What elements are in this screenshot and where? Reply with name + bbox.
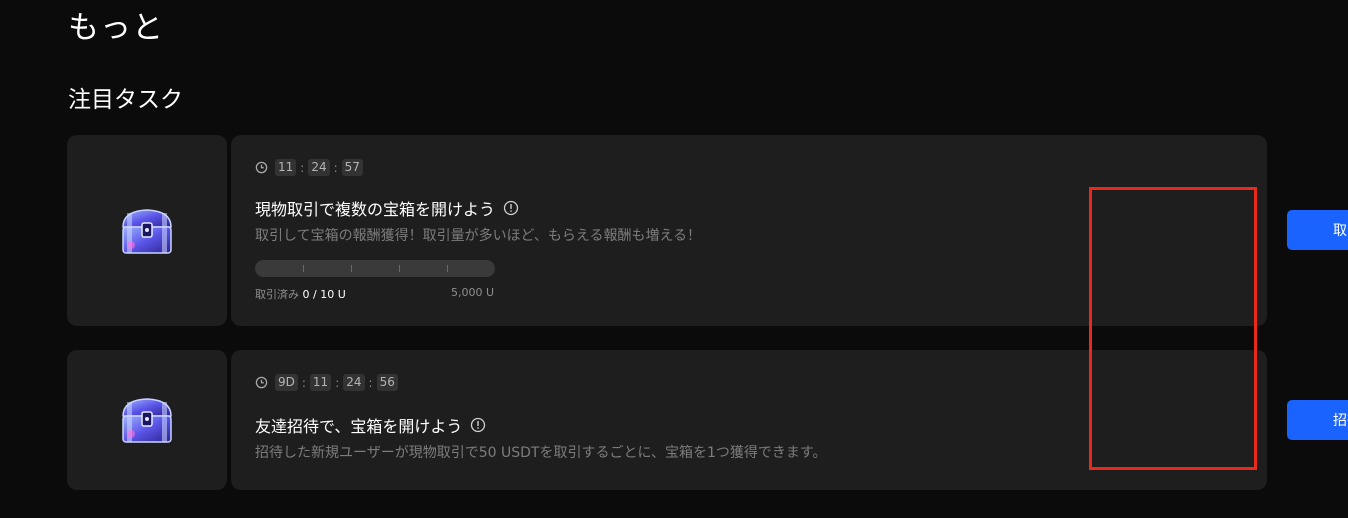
- task-card-trade: 11 : 24 : 57 現物取引で複数の宝箱を開けよう 取引して宝箱の報酬獲得…: [67, 135, 1348, 326]
- progress-value: 0 / 10 U: [302, 288, 346, 301]
- countdown-timer: 11 : 24 : 57: [255, 159, 363, 176]
- task-body: 9D : 11 : 24 : 56 友達招待で、宝箱を開けよう 招待した新規ユー…: [231, 350, 1348, 490]
- clock-icon: [255, 376, 268, 389]
- timer-seconds: 57: [341, 159, 363, 176]
- page-title: もっと: [68, 10, 164, 46]
- info-circle-icon[interactable]: [470, 417, 486, 433]
- clock-icon: [255, 161, 268, 174]
- timer-days: 9D: [275, 374, 298, 391]
- countdown-timer: 9D : 11 : 24 : 56: [255, 374, 398, 391]
- timer-separator: :: [368, 375, 373, 390]
- progress-tick: [447, 265, 448, 272]
- timer-separator: :: [301, 375, 306, 390]
- timer-seconds: 56: [376, 374, 398, 391]
- progress-tick: [303, 265, 304, 272]
- task-title: 現物取引で複数の宝箱を開けよう: [255, 196, 519, 220]
- progress-bar: [255, 260, 495, 277]
- treasure-chest-icon: [122, 208, 172, 254]
- progress-max: 5,000 U: [451, 286, 495, 299]
- task-card-invite: 9D : 11 : 24 : 56 友達招待で、宝箱を開けよう 招待した新規ユー…: [67, 350, 1348, 490]
- progress-status: 取引済み 0 / 10 U: [255, 286, 346, 302]
- timer-separator: :: [300, 160, 305, 175]
- task-thumbnail: [67, 135, 227, 326]
- treasure-chest-icon: [122, 398, 172, 443]
- progress-tick: [351, 265, 352, 272]
- progress-tick: [399, 265, 400, 272]
- section-title: 注目タスク: [68, 87, 183, 113]
- task-description: 招待した新規ユーザーが現物取引で50 USDTを取引するごとに、宝箱を1つ獲得で…: [255, 445, 827, 461]
- timer-minutes: 24: [308, 159, 330, 176]
- timer-separator: :: [333, 160, 338, 175]
- invite-button[interactable]: 招待: [1287, 400, 1348, 440]
- task-title-text: 現物取引で複数の宝箱を開けよう: [255, 200, 496, 219]
- trade-button[interactable]: 取引: [1287, 210, 1348, 250]
- task-thumbnail: [67, 350, 227, 490]
- timer-separator: :: [335, 375, 340, 390]
- progress-label-text: 取引済み: [255, 288, 299, 301]
- task-description: 取引して宝箱の報酬獲得！取引量が多いほど、もらえる報酬も増える！: [255, 228, 702, 244]
- task-title-text: 友達招待で、宝箱を開けよう: [255, 417, 463, 436]
- task-body: 11 : 24 : 57 現物取引で複数の宝箱を開けよう 取引して宝箱の報酬獲得…: [231, 135, 1348, 326]
- timer-minutes: 24: [343, 374, 365, 391]
- timer-hours: 11: [275, 159, 297, 176]
- task-title: 友達招待で、宝箱を開けよう: [255, 413, 486, 437]
- info-circle-icon[interactable]: [503, 200, 519, 216]
- timer-hours: 11: [309, 374, 332, 391]
